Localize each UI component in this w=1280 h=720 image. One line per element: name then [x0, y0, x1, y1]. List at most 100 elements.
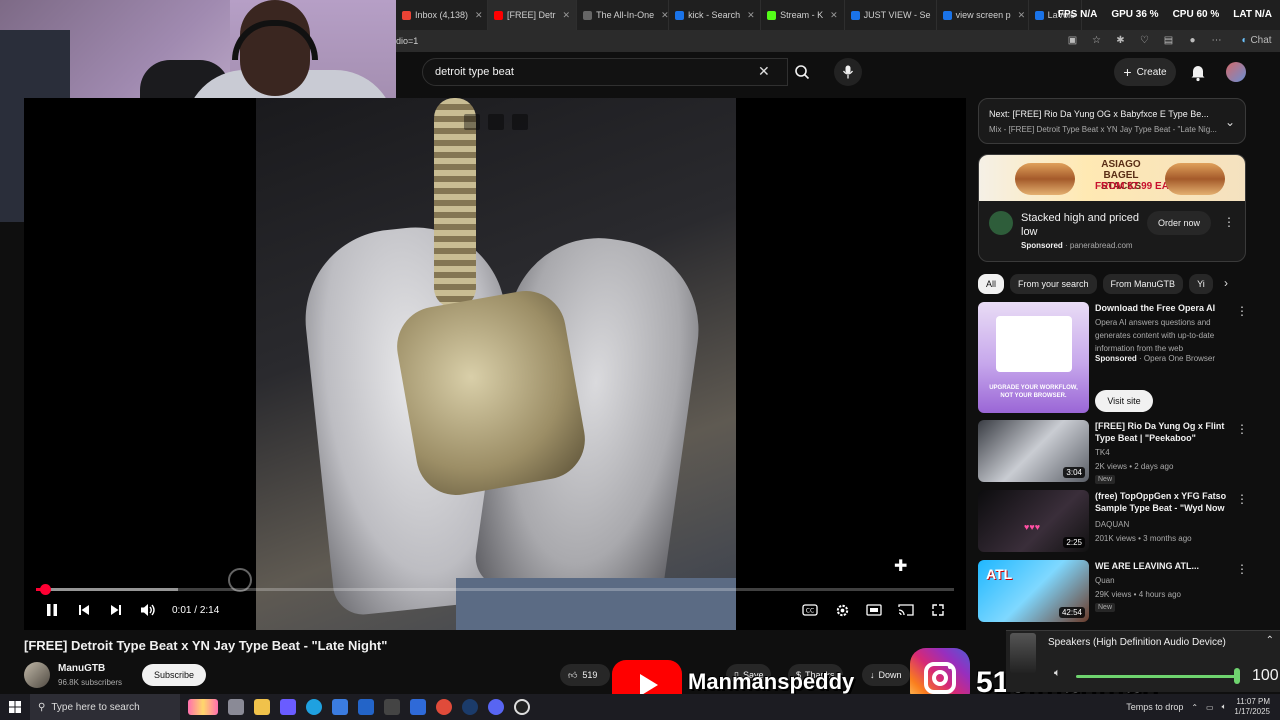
- browser-tab[interactable]: Stream - K ✕: [761, 0, 845, 30]
- collections-icon[interactable]: ▤: [1161, 33, 1175, 47]
- close-icon[interactable]: ✕: [661, 10, 668, 21]
- close-icon[interactable]: ✕: [563, 10, 571, 21]
- cast-button[interactable]: [890, 598, 922, 622]
- visit-site-button[interactable]: Visit site: [1095, 390, 1153, 412]
- browser-tab-active[interactable]: [FREE] Detr ✕: [488, 0, 578, 30]
- copilot-chat-button[interactable]: ◐ Chat: [1233, 33, 1272, 47]
- browser-tab[interactable]: JUST VIEW - Se✕: [845, 0, 937, 30]
- tulips-icon[interactable]: [188, 699, 218, 715]
- recommendation-thumbnail[interactable]: 3:04: [978, 420, 1089, 482]
- download-button[interactable]: ↓ Down: [862, 664, 910, 686]
- taskbar-clock[interactable]: 11:07 PM 1/17/2025: [1234, 697, 1270, 717]
- seek-bar[interactable]: [36, 584, 954, 595]
- volume-button[interactable]: [132, 598, 164, 622]
- chip-all[interactable]: All: [978, 274, 1005, 294]
- fullscreen-button[interactable]: [922, 598, 954, 622]
- network-icon[interactable]: ▭: [1206, 703, 1214, 712]
- edge-icon[interactable]: [306, 699, 322, 715]
- kick-icon: [767, 10, 777, 20]
- create-button[interactable]: + Create: [1114, 58, 1176, 86]
- bookmark-star-icon[interactable]: ☆: [1089, 33, 1103, 47]
- discord-icon[interactable]: [488, 699, 504, 715]
- more-options-icon[interactable]: ⋮: [1223, 215, 1235, 229]
- file-explorer-icon[interactable]: [254, 699, 270, 715]
- volume-slider-handle[interactable]: [1234, 668, 1240, 684]
- chevron-down-icon[interactable]: ⌄: [1225, 115, 1235, 129]
- windows-start-button[interactable]: [0, 694, 30, 720]
- subscribe-button[interactable]: Subscribe: [142, 664, 206, 686]
- next-button[interactable]: [100, 598, 132, 622]
- extensions-icon[interactable]: ✱: [1113, 33, 1127, 47]
- steam-icon[interactable]: [462, 699, 478, 715]
- profile-icon[interactable]: ●: [1185, 33, 1199, 47]
- screen: NY Inbox (4,138)✕ [FREE] Detr✕ The All-I…: [0, 0, 1280, 720]
- video-player[interactable]: ✚ 0:01 / 2:14 CC: [24, 98, 966, 630]
- captions-button[interactable]: CC: [794, 598, 826, 622]
- mail-icon[interactable]: [358, 699, 374, 715]
- store-icon[interactable]: [332, 699, 348, 715]
- voice-search-button[interactable]: [834, 58, 862, 86]
- more-menu-icon[interactable]: ⋯: [1209, 33, 1223, 47]
- sponsored-recommendation[interactable]: UPGRADE YOUR WORKFLOW, NOT YOUR BROWSER.…: [978, 302, 1248, 414]
- more-options-icon[interactable]: ⋮: [1236, 492, 1248, 506]
- install-app-icon[interactable]: ▣: [1065, 33, 1079, 47]
- seek-handle[interactable]: [39, 584, 51, 595]
- chip-more[interactable]: Yi: [1189, 274, 1213, 294]
- files-icon[interactable]: [410, 699, 426, 715]
- clear-search-icon[interactable]: ✕: [758, 63, 770, 80]
- speaker-icon[interactable]: 🔈︎: [1054, 667, 1061, 680]
- search-input[interactable]: detroit type beat: [422, 58, 788, 86]
- video-frame[interactable]: [256, 98, 736, 630]
- browser-tab[interactable]: view screen p ✕: [937, 0, 1029, 30]
- recommendation-thumbnail[interactable]: ATL 42:54: [978, 560, 1089, 622]
- crop-icon[interactable]: [464, 114, 480, 130]
- recommendation-thumbnail[interactable]: ♥♥♥ 2:25: [978, 490, 1089, 552]
- address-bar[interactable]: dio=1 ▣ ☆ ✱ ♡ ▤ ● ⋯ ◐ Chat: [396, 30, 1280, 52]
- settings-button[interactable]: [826, 598, 858, 622]
- channel-name[interactable]: ManuGTB: [58, 663, 105, 674]
- close-icon[interactable]: ✕: [475, 10, 483, 21]
- ad-food-image: [1015, 163, 1075, 195]
- like-button[interactable]: 👍︎ 519: [560, 664, 610, 686]
- previous-button[interactable]: [68, 598, 100, 622]
- more-options-icon[interactable]: ⋮: [1236, 562, 1248, 576]
- ad-banner-image[interactable]: ASIAGO BAGEL STACKS FROM $7.99 EACH: [979, 155, 1245, 201]
- browser-tab[interactable]: The All-In-One ✕: [577, 0, 670, 30]
- chevron-up-icon[interactable]: ⌃: [1266, 635, 1274, 646]
- miniplayer-button[interactable]: [858, 598, 890, 622]
- account-avatar[interactable]: [1226, 62, 1246, 82]
- search-button[interactable]: [788, 58, 816, 86]
- notifications-bell-icon[interactable]: [1188, 62, 1208, 82]
- order-now-button[interactable]: Order now: [1147, 211, 1211, 235]
- close-icon[interactable]: ✕: [747, 10, 755, 21]
- chip-from-search[interactable]: From your search: [1010, 274, 1097, 294]
- volume-slider[interactable]: [1076, 675, 1236, 678]
- pause-button[interactable]: [36, 598, 68, 622]
- more-options-icon[interactable]: ⋮: [1236, 304, 1248, 318]
- sponsored-ad-card[interactable]: ASIAGO BAGEL STACKS FROM $7.99 EACH Stac…: [978, 154, 1246, 262]
- close-icon[interactable]: ✕: [1018, 10, 1026, 21]
- close-icon[interactable]: ✕: [830, 10, 838, 21]
- volume-tray-icon[interactable]: 🔈︎: [1222, 702, 1227, 712]
- pip-icon[interactable]: [488, 114, 504, 130]
- calculator-icon[interactable]: [384, 699, 400, 715]
- browser-tab[interactable]: kick - Search ✕: [669, 0, 762, 30]
- edit-icon[interactable]: [512, 114, 528, 130]
- up-next-card[interactable]: Next: [FREE] Rio Da Yung OG x Babyfxce E…: [978, 98, 1246, 144]
- channel-avatar[interactable]: [24, 662, 50, 688]
- recommendation-item[interactable]: ATL 42:54 WE ARE LEAVING ATL... Quan 29K…: [978, 560, 1248, 624]
- obs-icon[interactable]: [514, 699, 530, 715]
- chevron-right-icon[interactable]: ›: [1224, 276, 1228, 290]
- copilot-icon[interactable]: [280, 699, 296, 715]
- recommendation-item[interactable]: 3:04 [FREE] Rio Da Yung Og x Flint Type …: [978, 420, 1248, 484]
- taskbar-search-input[interactable]: ⚲ Type here to search: [30, 694, 180, 720]
- chevron-up-icon[interactable]: ⌃: [1191, 703, 1198, 712]
- chip-from-channel[interactable]: From ManuGTB: [1102, 274, 1184, 294]
- recommendation-thumbnail[interactable]: UPGRADE YOUR WORKFLOW, NOT YOUR BROWSER.: [978, 302, 1089, 413]
- browser-tab[interactable]: Inbox (4,138) ✕: [396, 0, 488, 30]
- more-options-icon[interactable]: ⋮: [1236, 422, 1248, 436]
- recommendation-item[interactable]: ♥♥♥ 2:25 (free) TopOppGen x YFG Fatso Sa…: [978, 490, 1248, 554]
- task-view-icon[interactable]: [228, 699, 244, 715]
- chrome-icon[interactable]: [436, 699, 452, 715]
- favorites-icon[interactable]: ♡: [1137, 33, 1151, 47]
